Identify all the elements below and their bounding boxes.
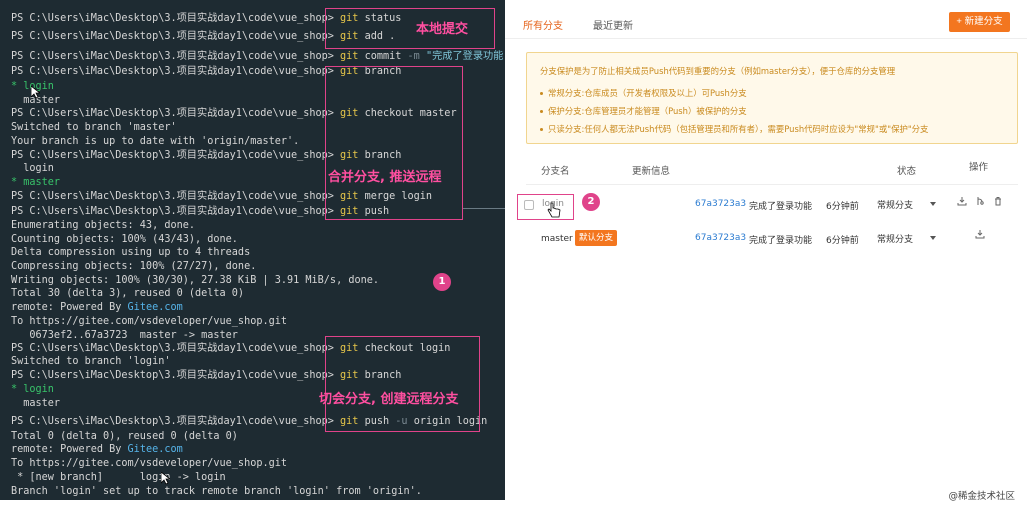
terminal-line: To https://gitee.com/vsdeveloper/vue_sho… (11, 316, 288, 327)
terminal-line: To https://gitee.com/vsdeveloper/vue_sho… (11, 458, 288, 469)
terminal-line: * [new branch] login -> login (11, 472, 226, 483)
header-divider (526, 184, 1018, 185)
annotation-box-merge-push (325, 66, 463, 220)
tab-divider (505, 38, 1027, 39)
terminal-line: Switched to branch 'login' (11, 356, 171, 367)
terminal-line: Compressing objects: 100% (27/27), done. (11, 261, 257, 272)
annotation-label-switch-create: 切会分支, 创建远程分支 (319, 392, 459, 407)
commit-time: 6分钟前 (826, 236, 859, 246)
commit-message: 完成了登录功能 (749, 202, 813, 212)
notice-item: 常规分支:仓库成员（开发者权限及以上）可Push分支 (540, 87, 747, 99)
download-icon[interactable] (957, 196, 967, 206)
notice-item: 保护分支:仓库管理员才能管理（Push）被保护的分支 (540, 105, 747, 117)
annotation-box-commit (325, 8, 495, 49)
terminal-line: Your branch is up to date with 'origin/m… (11, 136, 300, 147)
delete-icon[interactable] (993, 196, 1003, 206)
terminal-line: 0673ef2..67a3723 master -> master (11, 330, 238, 341)
terminal-line: Delta compression using up to 4 threads (11, 247, 251, 258)
commit-time: 6分钟前 (826, 202, 859, 212)
terminal-line: master (11, 398, 61, 409)
tab-all-branches[interactable]: 所有分支 (523, 17, 563, 32)
terminal-line: * login (11, 384, 54, 395)
branch-name-link[interactable]: master (541, 234, 573, 244)
notice-title: 分支保护是为了防止相关成员Push代码到重要的分支（例如master分支），便于… (540, 66, 896, 76)
branch-status-select[interactable]: 常规分支 (877, 232, 913, 245)
tab-recent-updates[interactable]: 最近更新 (593, 17, 633, 32)
terminal-line: Switched to branch 'master' (11, 122, 177, 133)
terminal-line: Branch 'login' set up to track remote br… (11, 486, 422, 497)
new-branch-button[interactable]: + 新建分支 (949, 12, 1010, 32)
terminal-line: Total 30 (delta 3), reused 0 (delta 0) (11, 288, 245, 299)
mouse-cursor-icon (31, 86, 40, 99)
chevron-down-icon (930, 202, 936, 206)
branch-protection-notice: 分支保护是为了防止相关成员Push代码到重要的分支（例如master分支），便于… (526, 52, 1018, 144)
terminal-line: Writing objects: 100% (30/30), 27.38 KiB… (11, 275, 380, 286)
commit-hash-link[interactable]: 67a3723a3 (695, 233, 746, 243)
terminal-line: remote: Powered By Gitee.com (11, 444, 183, 455)
annotation-label-merge-push: 合并分支, 推送远程 (328, 170, 442, 185)
row-checkbox[interactable] (524, 200, 534, 210)
default-branch-badge: 默认分支 (575, 230, 618, 246)
terminal-line: login (11, 163, 54, 174)
terminal-line: * master (11, 177, 61, 188)
branch-panel: 所有分支 最近更新 + 新建分支 分支保护是为了防止相关成员Push代码到重要的… (505, 0, 1027, 509)
commit-message: 完成了登录功能 (749, 236, 813, 246)
terminal-line: Counting objects: 100% (43/43), done. (11, 234, 238, 245)
notice-item: 只读分支:任何人都无法Push代码（包括管理员和所有者），需要Push代码时应设… (540, 123, 928, 135)
column-header-update: 更新信息 (632, 166, 671, 177)
branch-status-select[interactable]: 常规分支 (877, 198, 913, 211)
hand-cursor-icon (547, 202, 561, 218)
terminal-line: PS C:\Users\iMac\Desktop\3.项目实战day1\code… (11, 51, 505, 62)
mouse-cursor-icon (161, 472, 170, 485)
column-header-ops: 操作 (969, 162, 989, 173)
column-header-status: 状态 (897, 166, 917, 177)
chevron-down-icon (930, 236, 936, 240)
step-badge-1: 1 (433, 273, 451, 291)
terminal-line: Total 0 (delta 0), reused 0 (delta 0) (11, 431, 238, 442)
terminal-window[interactable]: PS C:\Users\iMac\Desktop\3.项目实战day1\code… (0, 0, 505, 500)
column-header-name: 分支名 (541, 166, 570, 177)
terminal-line: remote: Powered By Gitee.com (11, 302, 183, 313)
watermark: @稀金技术社区 (948, 491, 1015, 502)
commit-hash-link[interactable]: 67a3723a3 (695, 199, 746, 209)
terminal-line: Enumerating objects: 43, done. (11, 220, 196, 231)
download-icon[interactable] (975, 229, 985, 239)
annotation-box-switch-create (325, 336, 480, 432)
merge-request-icon[interactable] (975, 196, 985, 206)
step-badge-2: 2 (582, 193, 600, 211)
annotation-label-local-commit: 本地提交 (416, 22, 469, 37)
